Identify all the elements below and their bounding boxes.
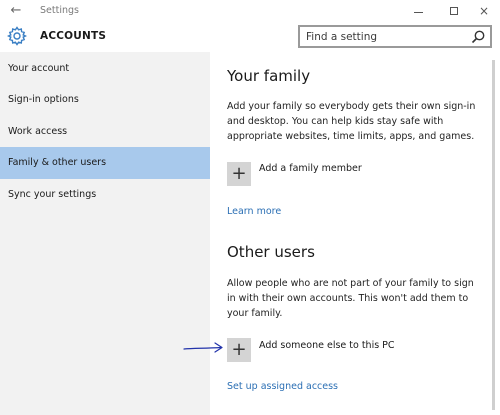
gear-icon [7,26,27,46]
other-users-section-title: Other users [227,243,315,261]
add-family-member-button[interactable]: + [227,162,251,186]
page-title: ACCOUNTS [40,30,107,42]
plus-icon: + [231,339,247,360]
add-someone-else-button[interactable]: + [227,338,251,362]
assigned-access-link[interactable]: Set up assigned access [227,381,338,392]
scrollbar[interactable] [492,60,495,410]
search-input[interactable] [306,29,456,44]
family-description: Add your family so everybody gets their … [227,101,476,142]
back-arrow-icon[interactable]: ← [6,2,26,20]
plus-icon: + [231,163,247,184]
maximize-button[interactable] [438,0,470,22]
title-bar: ← Settings × [0,0,500,22]
maximize-icon [450,7,458,15]
add-someone-else-label[interactable]: Add someone else to this PC [259,340,395,351]
sidebar-item-work-access[interactable]: Work access [0,116,210,148]
minimize-icon [413,11,423,13]
sidebar-item-family-other-users[interactable]: Family & other users [0,147,210,179]
sidebar-item-sign-in-options[interactable]: Sign-in options [0,84,210,116]
close-icon: × [478,4,490,18]
annotation-arrow-icon [183,342,223,353]
other-users-description: Allow people who are not part of your fa… [227,278,474,319]
sidebar-item-sync-settings[interactable]: Sync your settings [0,179,210,211]
sidebar: Your account Sign-in options Work access… [0,52,210,415]
learn-more-link[interactable]: Learn more [227,206,281,217]
family-section-title: Your family [227,67,311,85]
search-box[interactable] [298,25,492,48]
add-family-member-label[interactable]: Add a family member [259,163,362,174]
minimize-button[interactable] [402,0,434,22]
sidebar-item-your-account[interactable]: Your account [0,53,210,85]
search-icon[interactable] [470,29,486,45]
window-title: Settings [40,5,79,16]
close-button[interactable]: × [468,0,500,22]
